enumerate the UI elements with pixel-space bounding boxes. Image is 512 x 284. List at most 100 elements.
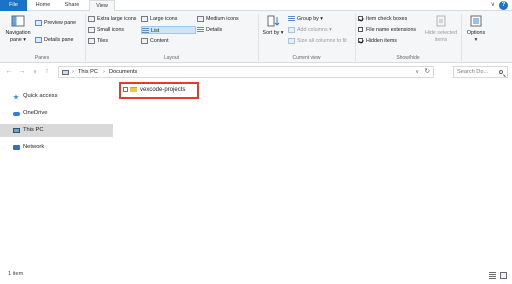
navigation-pane: Quick access OneDrive This PC Network xyxy=(0,82,113,266)
large-icons-icon xyxy=(141,15,148,22)
preview-pane-button[interactable]: Preview pane xyxy=(35,19,76,27)
sort-by-label: Sort by xyxy=(262,30,280,36)
search-icon xyxy=(499,70,503,74)
help-icon[interactable]: ? xyxy=(499,1,508,10)
tiles-label: Tiles xyxy=(97,38,108,44)
details-icon xyxy=(197,26,204,33)
tab-home[interactable]: Home xyxy=(31,0,55,11)
small-icons-icon xyxy=(88,26,95,33)
address-bar[interactable]: › This PC › Documents ∨ ↻ xyxy=(58,66,434,78)
sort-by-button[interactable]: Sort by ▾ xyxy=(261,14,285,37)
separator xyxy=(258,14,259,61)
monitor-icon xyxy=(13,128,20,133)
medium-icons-icon xyxy=(197,15,204,22)
group-by-button[interactable]: Group by ▾ xyxy=(288,15,323,23)
nav-item-network[interactable]: Network xyxy=(0,141,113,154)
large-icons-label: Large icons xyxy=(150,16,178,22)
size-all-columns-button[interactable]: Size all columns to fit xyxy=(288,37,347,45)
breadcrumb-separator-icon[interactable]: › xyxy=(72,67,74,77)
layout-large-icons[interactable]: Large icons xyxy=(141,15,196,23)
content-icon xyxy=(141,37,148,44)
breadcrumb-this-pc[interactable]: This PC xyxy=(78,67,98,77)
back-arrow-icon[interactable]: ← xyxy=(4,66,14,78)
details-view-icon[interactable] xyxy=(489,272,496,279)
nav-item-label: Network xyxy=(23,144,45,150)
status-bar: 1 item xyxy=(0,268,512,284)
up-arrow-icon[interactable]: ↑ xyxy=(42,66,52,78)
add-columns-label: Add columns xyxy=(297,27,328,33)
layout-extra-large-icons[interactable]: Extra large icons xyxy=(88,15,140,23)
hidden-items-toggle[interactable]: Hidden items xyxy=(358,37,397,45)
preview-pane-icon xyxy=(35,19,42,26)
navigation-pane-label: Navigation pane xyxy=(5,30,31,43)
medium-icons-label: Medium icons xyxy=(206,16,239,22)
nav-item-label: Quick access xyxy=(23,93,58,99)
layout-group-label: Layout xyxy=(163,55,179,61)
large-icons-view-icon[interactable] xyxy=(500,272,507,279)
size-all-columns-label: Size all columns to fit xyxy=(297,38,347,44)
tab-share[interactable]: Share xyxy=(60,0,84,11)
details-pane-button[interactable]: Details pane xyxy=(35,36,73,44)
hidden-items-label: Hidden items xyxy=(366,38,397,44)
item-count: 1 item xyxy=(8,271,24,277)
nav-item-label: This PC xyxy=(23,127,44,133)
checkbox-checked-icon xyxy=(358,38,363,44)
search-placeholder: Search Do... xyxy=(457,69,489,75)
tab-file[interactable]: File xyxy=(0,0,27,11)
add-columns-button[interactable]: Add columns ▾ xyxy=(288,26,332,34)
layout-details[interactable]: Details xyxy=(197,26,254,34)
list-item-folder[interactable]: vexcode-projects xyxy=(123,85,185,96)
extra-large-icons-icon xyxy=(88,15,95,22)
separator xyxy=(355,14,356,61)
checkbox-checked-icon xyxy=(358,16,363,22)
group-by-label: Group by xyxy=(297,16,319,22)
panes-group-label: Panes xyxy=(34,55,50,61)
nav-item-label: OneDrive xyxy=(23,110,48,116)
cloud-icon xyxy=(13,112,20,116)
item-check-boxes-label: Item check boxes xyxy=(366,16,408,22)
search-input[interactable]: Search Do... xyxy=(453,66,508,78)
file-name-extensions-toggle[interactable]: File name extensions xyxy=(358,26,416,34)
options-icon xyxy=(470,15,482,27)
layout-content[interactable]: Content xyxy=(141,37,196,45)
folder-name: vexcode-projects xyxy=(140,87,186,93)
size-columns-icon xyxy=(288,37,295,44)
list-icon xyxy=(142,27,149,34)
this-pc-icon xyxy=(62,70,69,75)
extra-large-icons-label: Extra large icons xyxy=(97,16,137,22)
details-pane-label: Details pane xyxy=(44,37,74,43)
preview-pane-label: Preview pane xyxy=(44,20,77,26)
show-hide-group-label: Show/hide xyxy=(396,55,420,61)
navigation-pane-icon xyxy=(11,15,25,27)
ribbon-tab-bar: File Home Share View ∨ ? xyxy=(0,0,512,12)
layout-list[interactable]: List xyxy=(141,26,196,34)
hide-selected-items-button[interactable]: Hide selected items xyxy=(423,14,459,43)
ribbon-view: Navigation pane ▾ Preview pane Details p… xyxy=(0,11,512,63)
forward-arrow-icon[interactable]: → xyxy=(17,66,27,78)
collapse-ribbon-icon[interactable]: ∨ xyxy=(491,0,495,11)
layout-small-icons[interactable]: Small icons xyxy=(88,26,140,34)
tiles-icon xyxy=(88,37,95,44)
network-icon xyxy=(13,145,20,150)
layout-medium-icons[interactable]: Medium icons xyxy=(197,15,254,23)
refresh-icon[interactable]: ↻ xyxy=(425,67,430,77)
content-label: Content xyxy=(150,38,169,44)
nav-item-this-pc[interactable]: This PC xyxy=(0,124,113,137)
navigation-pane-button[interactable]: Navigation pane ▾ xyxy=(3,14,33,43)
details-label: Details xyxy=(206,27,223,33)
star-icon xyxy=(13,94,19,100)
nav-item-onedrive[interactable]: OneDrive xyxy=(0,107,113,120)
file-name-extensions-label: File name extensions xyxy=(366,27,417,33)
breadcrumb-separator-icon[interactable]: › xyxy=(103,67,105,77)
options-button[interactable]: Options ▾ xyxy=(463,14,489,43)
nav-item-quick-access[interactable]: Quick access xyxy=(0,90,113,103)
hide-selected-items-label: Hide selected items xyxy=(424,30,458,43)
add-columns-icon xyxy=(288,26,295,33)
layout-tiles[interactable]: Tiles xyxy=(88,37,140,45)
item-checkbox[interactable] xyxy=(123,86,128,92)
address-row: ← → ∨ ↑ › This PC › Documents ∨ ↻ Search… xyxy=(0,64,512,80)
recent-locations-icon[interactable]: ∨ xyxy=(30,66,40,78)
item-check-boxes-toggle[interactable]: Item check boxes xyxy=(358,15,407,23)
breadcrumb-documents[interactable]: Documents xyxy=(109,67,137,77)
address-dropdown-icon[interactable]: ∨ xyxy=(415,67,419,77)
